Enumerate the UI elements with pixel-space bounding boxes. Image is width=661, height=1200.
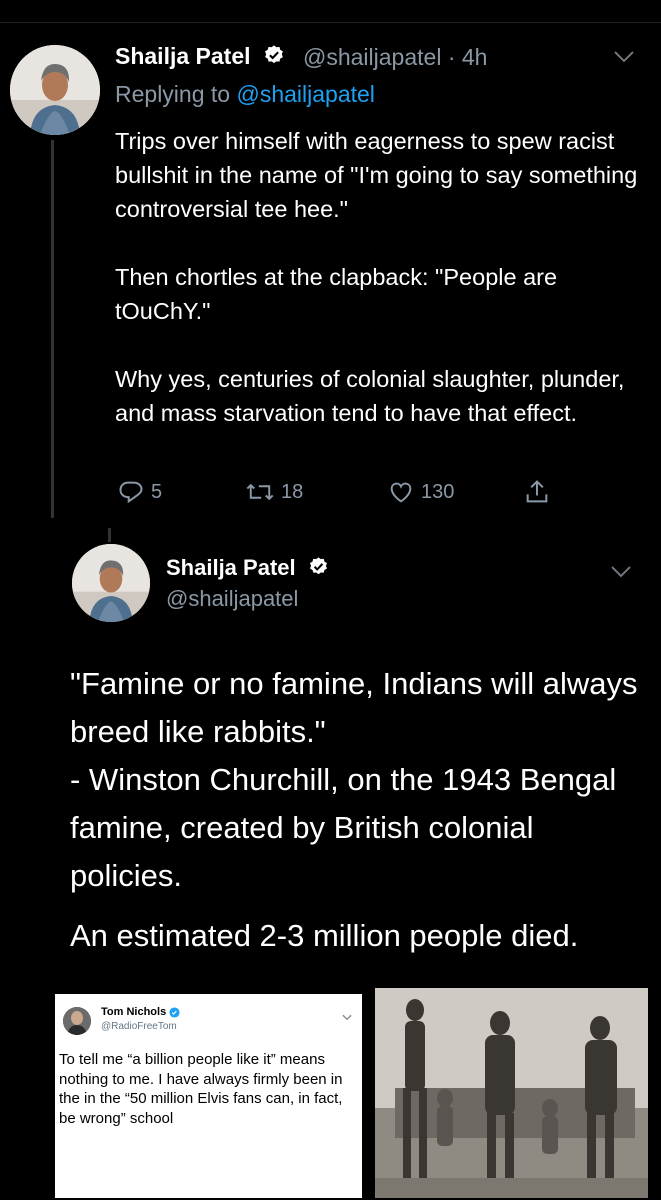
chevron-down-icon[interactable] — [613, 50, 635, 69]
tweet-paragraph: Why yes, centuries of colonial slaughter… — [115, 366, 625, 426]
author-name[interactable]: Shailja Patel — [115, 43, 285, 72]
replying-handle-link[interactable]: @shailjapatel — [236, 81, 374, 107]
embedded-author-name-text: Tom Nichols — [101, 1006, 167, 1018]
retweet-icon — [246, 483, 274, 501]
tweet-paragraph: Then chortles at the clapback: "People a… — [115, 264, 558, 324]
reply-icon — [119, 481, 143, 504]
embedded-handle: @RadioFreeTom — [101, 1021, 177, 1032]
verified-badge-icon — [169, 1007, 180, 1018]
replying-to: Replying to @shailjapatel — [115, 81, 375, 108]
share-button[interactable] — [523, 478, 557, 506]
reply-button[interactable]: 5 — [117, 478, 162, 506]
chevron-down-icon — [342, 1008, 352, 1026]
famine-photo[interactable] — [375, 988, 648, 1198]
embedded-author-name: Tom Nichols — [101, 1006, 180, 1018]
thread-line — [51, 140, 54, 518]
verified-badge-icon — [308, 556, 329, 583]
tweet-paragraph: Trips over himself with eagerness to spe… — [115, 128, 638, 222]
thread-line — [108, 528, 111, 542]
replying-label: Replying to — [115, 81, 237, 107]
quoted-author-name[interactable]: Shailja Patel — [166, 555, 329, 583]
verified-badge-icon — [263, 44, 285, 72]
top-divider — [0, 22, 661, 23]
embedded-tweet-text: To tell me “a billion people like it” me… — [59, 1051, 343, 1127]
handle-time[interactable]: @shailjapatel · 4h — [303, 44, 487, 71]
action-bar: 5 18 130 — [115, 478, 595, 508]
retweet-button[interactable]: 18 — [245, 478, 303, 506]
quoted-paragraph: "Famine or no famine, Indians will alway… — [70, 666, 638, 749]
avatar[interactable] — [10, 45, 100, 135]
like-count: 130 — [421, 480, 455, 503]
avatar[interactable] — [72, 544, 150, 622]
quoted-paragraph: An estimated 2-3 million people died. — [70, 918, 579, 953]
like-button[interactable]: 130 — [387, 478, 454, 506]
quoted-author-name-text[interactable]: Shailja Patel — [166, 555, 296, 580]
avatar — [63, 1007, 91, 1035]
quoted-paragraph: - Winston Churchill, on the 1943 Bengal … — [70, 762, 617, 893]
heart-icon — [390, 482, 412, 503]
author-name-text[interactable]: Shailja Patel — [115, 43, 251, 69]
share-icon — [526, 480, 548, 503]
quoted-handle[interactable]: @shailjapatel — [166, 586, 298, 612]
tweet-text: Trips over himself with eagerness to spe… — [115, 124, 645, 464]
embedded-tweet-image[interactable]: Tom Nichols @RadioFreeTom To tell me “a … — [55, 994, 362, 1198]
chevron-down-icon[interactable] — [610, 565, 632, 584]
retweet-count: 18 — [281, 480, 304, 503]
quoted-text: "Famine or no famine, Indians will alway… — [70, 660, 650, 960]
reply-count: 5 — [151, 480, 163, 503]
